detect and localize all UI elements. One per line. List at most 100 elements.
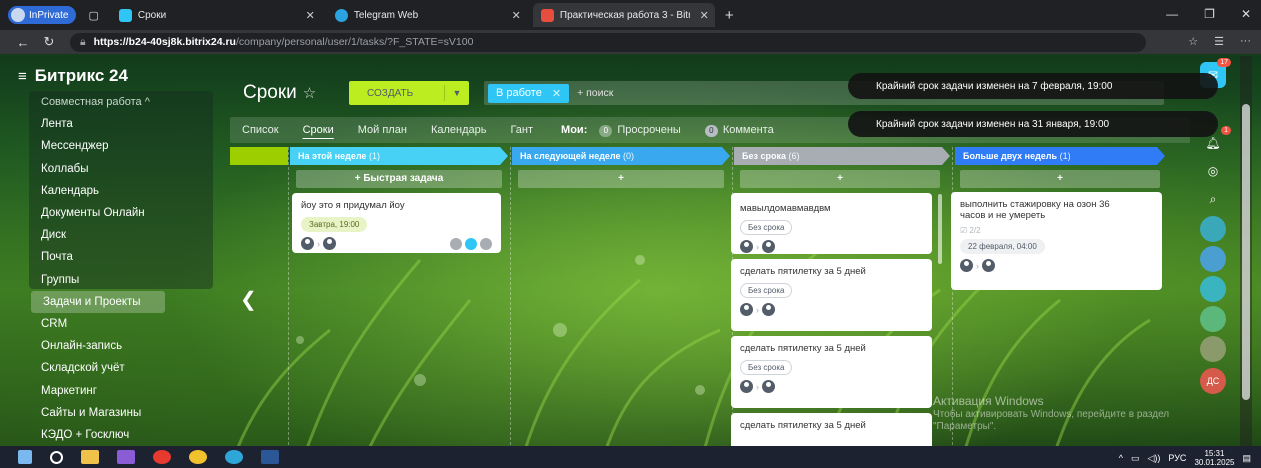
bitrix-logo[interactable]: ≡ Битрикс 24 bbox=[18, 66, 128, 86]
back-icon[interactable]: ← bbox=[10, 35, 36, 50]
close-tab-icon[interactable]: ✕ bbox=[306, 9, 315, 22]
tab-telegram[interactable]: Telegram Web ✕ bbox=[327, 3, 527, 27]
tab-actions-icon[interactable]: ▢ bbox=[88, 9, 98, 22]
contact-avatar-icon[interactable] bbox=[1200, 216, 1226, 242]
user-avatar[interactable]: ДС bbox=[1200, 368, 1226, 394]
menu-item[interactable]: Группы bbox=[29, 269, 79, 291]
chat-icon[interactable]: ◎ bbox=[1200, 158, 1226, 184]
deadline-badge[interactable]: Без срока bbox=[740, 220, 793, 235]
windows-start-icon[interactable] bbox=[18, 450, 32, 464]
search-taskbar-icon[interactable] bbox=[50, 450, 63, 464]
contact-avatar-icon[interactable] bbox=[1200, 246, 1226, 272]
watch-icon[interactable] bbox=[450, 237, 462, 250]
favorite-icon[interactable]: ☆ bbox=[1188, 35, 1198, 48]
menu-item[interactable]: Задачи и Проекты bbox=[31, 290, 165, 313]
creator-avatar-icon[interactable] bbox=[740, 240, 753, 253]
task-card[interactable]: мавылдомавмавдвм Без срока › bbox=[731, 193, 932, 254]
view-tab-calendar[interactable]: Календарь bbox=[419, 124, 499, 136]
view-tab-my-plan[interactable]: Мой план bbox=[346, 124, 419, 136]
add-task-button[interactable]: + bbox=[960, 170, 1160, 188]
restore-icon[interactable]: ❐ bbox=[1204, 7, 1215, 21]
add-task-button[interactable]: + bbox=[518, 170, 724, 188]
column-header-two-weeks[interactable]: Больше двух недель (1) bbox=[955, 147, 1165, 165]
contact-avatar-icon[interactable] bbox=[1200, 306, 1226, 332]
remove-filter-icon[interactable]: ✕ bbox=[552, 87, 561, 100]
more-icon[interactable]: ··· bbox=[1240, 35, 1251, 48]
contact-avatar-icon[interactable] bbox=[1200, 276, 1226, 302]
filter-chip[interactable]: В работе ✕ bbox=[488, 83, 570, 103]
tray-arrow-icon[interactable]: ^ bbox=[1119, 453, 1123, 463]
task-card[interactable]: выполнить стажировку на озон 36 часов и … bbox=[951, 192, 1162, 290]
menu-item[interactable]: Маркетинг bbox=[29, 380, 97, 402]
contact-avatar-icon[interactable] bbox=[1200, 336, 1226, 362]
file-explorer-icon[interactable] bbox=[81, 450, 99, 464]
overdue-counter[interactable]: 0 Просрочены bbox=[587, 124, 692, 137]
star-icon[interactable]: ☆ bbox=[303, 85, 316, 102]
task-card[interactable]: сделать пятилетку за 5 дней bbox=[731, 413, 932, 446]
menu-item[interactable]: Почта bbox=[29, 246, 73, 268]
deadline-badge[interactable]: Без срока bbox=[740, 360, 793, 375]
collections-icon[interactable]: ☰ bbox=[1214, 35, 1224, 48]
task-card[interactable]: сделать пятилетку за 5 дней Без срока › bbox=[731, 336, 932, 408]
assignee-avatar-icon[interactable] bbox=[323, 237, 336, 250]
yandex-browser-icon[interactable] bbox=[153, 450, 171, 464]
search-icon[interactable]: ⌕ bbox=[1200, 186, 1226, 212]
assignee-avatar-icon[interactable] bbox=[762, 240, 775, 253]
tab-sroki[interactable]: Сроки ✕ bbox=[111, 3, 321, 27]
hamburger-icon[interactable]: ≡ bbox=[18, 68, 27, 85]
quick-task-button[interactable]: + Быстрая задача bbox=[296, 170, 502, 188]
column-scrollbar[interactable] bbox=[938, 194, 942, 264]
column-header-no-deadline[interactable]: Без срока (6) bbox=[734, 147, 950, 165]
add-task-button[interactable]: + bbox=[740, 170, 940, 188]
clock[interactable]: 15:31 30.01.2025 bbox=[1194, 449, 1234, 467]
close-tab-icon[interactable]: ✕ bbox=[512, 9, 521, 22]
close-window-icon[interactable]: ✕ bbox=[1241, 7, 1251, 21]
chrome-icon[interactable] bbox=[189, 450, 207, 464]
deadline-badge[interactable]: Без срока bbox=[740, 283, 793, 298]
menu-item[interactable]: Онлайн-запись bbox=[29, 335, 122, 357]
menu-item[interactable]: КЭДО + Госключ bbox=[29, 424, 129, 446]
creator-avatar-icon[interactable] bbox=[740, 380, 753, 393]
comments-counter[interactable]: 0 Коммента bbox=[693, 124, 786, 137]
collapse-arrow-icon[interactable]: ❮ bbox=[240, 287, 257, 312]
inprivate-badge[interactable]: InPrivate bbox=[8, 6, 77, 24]
task-card[interactable]: йоу это я придумал йоу Завтра, 19:00 › bbox=[292, 193, 501, 253]
url-field[interactable]: 🔒︎ https://b24-40sj8k.bitrix24.ru /compa… bbox=[70, 32, 1146, 52]
assignee-avatar-icon[interactable] bbox=[762, 380, 775, 393]
assignee-avatar-icon[interactable] bbox=[762, 303, 775, 316]
minimize-icon[interactable]: — bbox=[1166, 7, 1178, 21]
deadline-badge[interactable]: 22 февраля, 04:00 bbox=[960, 239, 1045, 254]
create-button[interactable]: СОЗДАТЬ ▼ bbox=[349, 81, 469, 105]
toast-notification[interactable]: Крайний срок задачи изменен на 7 февраля… bbox=[848, 73, 1218, 99]
tab-practical-work[interactable]: Практическая работа 3 - Bitrix24 ✕ bbox=[532, 3, 715, 27]
menu-item[interactable]: Совместная работа ^ bbox=[29, 91, 150, 113]
task-card[interactable]: сделать пятилетку за 5 дней Без срока › bbox=[731, 259, 932, 331]
network-icon[interactable]: ▭ bbox=[1131, 453, 1140, 464]
menu-item[interactable]: Диск bbox=[29, 224, 66, 246]
menu-item[interactable]: Календарь bbox=[29, 180, 99, 202]
menu-item[interactable]: Складской учёт bbox=[29, 357, 125, 379]
volume-icon[interactable]: ◁)) bbox=[1147, 453, 1160, 464]
deadline-badge[interactable]: Завтра, 19:00 bbox=[301, 217, 368, 232]
view-tab-gantt[interactable]: Гант bbox=[498, 124, 545, 136]
notification-center-icon[interactable]: ▤ bbox=[1242, 453, 1251, 464]
play-icon[interactable] bbox=[465, 237, 477, 250]
refresh-icon[interactable]: ↻ bbox=[36, 34, 62, 50]
new-tab-icon[interactable]: + bbox=[725, 7, 734, 24]
creator-avatar-icon[interactable] bbox=[960, 259, 973, 272]
column-header-next-week[interactable]: На следующей неделе (0) bbox=[512, 147, 730, 165]
create-dropdown-icon[interactable]: ▼ bbox=[445, 88, 469, 98]
column-header-this-week[interactable]: На этой неделе (1) bbox=[290, 147, 508, 165]
view-tab-list[interactable]: Список bbox=[230, 124, 291, 136]
word-icon[interactable] bbox=[261, 450, 279, 464]
page-scrollbar[interactable] bbox=[1240, 56, 1252, 446]
creator-avatar-icon[interactable] bbox=[740, 303, 753, 316]
assignee-avatar-icon[interactable] bbox=[982, 259, 995, 272]
edge-icon[interactable] bbox=[225, 450, 243, 464]
scrollbar-thumb[interactable] bbox=[1242, 104, 1250, 400]
view-tab-deadlines[interactable]: Сроки bbox=[291, 124, 346, 136]
toast-notification[interactable]: Крайний срок задачи изменен на 31 января… bbox=[848, 111, 1218, 137]
menu-item[interactable]: Сайты и Магазины bbox=[29, 402, 141, 424]
menu-item[interactable]: Лента bbox=[29, 113, 73, 135]
complete-icon[interactable] bbox=[480, 237, 492, 250]
